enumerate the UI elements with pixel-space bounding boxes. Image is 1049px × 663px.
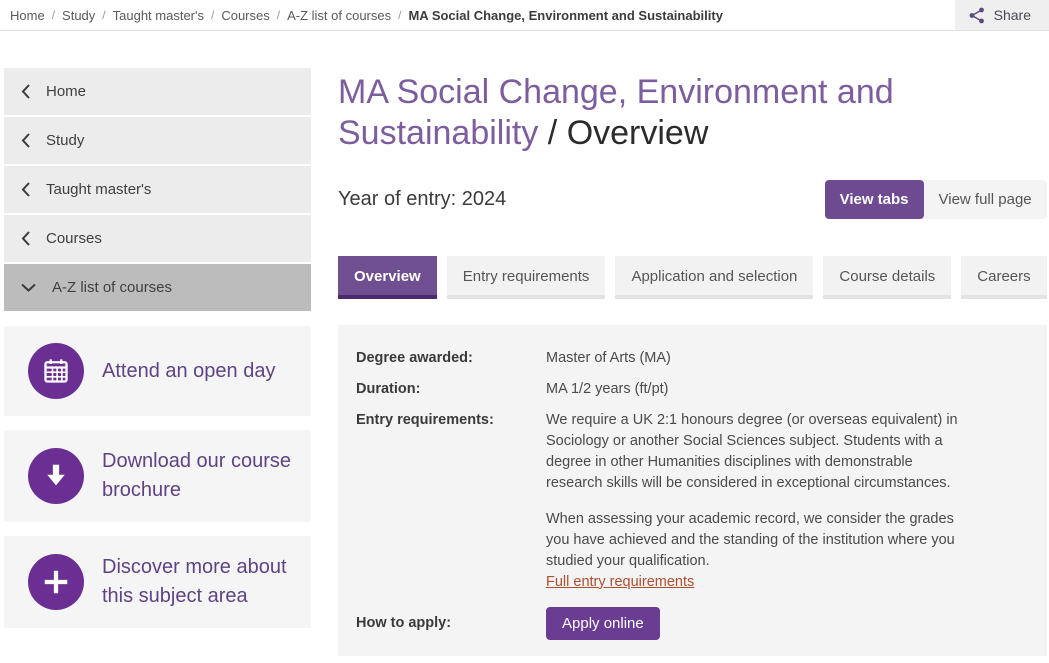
sidebar-item-label: Taught master's — [46, 181, 151, 198]
calendar-icon — [28, 343, 84, 399]
sidebar-item-label: A-Z list of courses — [52, 279, 172, 296]
sidebar-item-label: Study — [46, 132, 84, 149]
how-to-apply-row: How to apply: Apply online — [356, 607, 1027, 640]
overview-panel: Degree awarded: Master of Arts (MA) Dura… — [338, 325, 1047, 656]
sidebar-item-label: Home — [46, 83, 86, 100]
breadcrumb-link-courses[interactable]: Courses — [221, 8, 269, 23]
tab-course-details[interactable]: Course details — [823, 256, 951, 299]
full-entry-requirements-link[interactable]: Full entry requirements — [546, 572, 694, 593]
breadcrumb-separator: / — [277, 8, 280, 22]
tab-application-and-selection[interactable]: Application and selection — [615, 256, 813, 299]
share-button[interactable]: Share — [955, 0, 1049, 30]
tab-careers[interactable]: Careers — [961, 256, 1046, 299]
entry-requirements-label: Entry requirements: — [356, 410, 546, 593]
discover-subject-card[interactable]: Discover more about this subject area — [4, 536, 311, 628]
duration-label: Duration: — [356, 379, 546, 400]
sidebar-item-label: Courses — [46, 230, 102, 247]
sidebar-item-home[interactable]: Home — [4, 68, 311, 115]
chevron-left-icon — [21, 133, 30, 148]
chevron-down-icon — [21, 283, 36, 292]
plus-icon — [28, 554, 84, 610]
sidebar-item-taught-masters[interactable]: Taught master's — [4, 166, 311, 213]
breadcrumb-link-az-list[interactable]: A-Z list of courses — [287, 8, 391, 23]
breadcrumb-link-study[interactable]: Study — [62, 8, 95, 23]
chevron-left-icon — [21, 182, 30, 197]
attend-open-day-card[interactable]: Attend an open day — [4, 326, 311, 416]
year-of-entry: Year of entry: 2024 — [338, 188, 506, 211]
view-tabs-button[interactable]: View tabs — [825, 180, 924, 219]
duration-value: MA 1/2 years (ft/pt) — [546, 379, 966, 400]
main-content: MA Social Change, Environment and Sustai… — [338, 31, 1047, 656]
degree-awarded-row: Degree awarded: Master of Arts (MA) — [356, 348, 1027, 369]
section-title: Overview — [567, 114, 709, 152]
breadcrumb-separator: / — [398, 8, 401, 22]
discover-subject-label: Discover more about this subject area — [102, 553, 301, 611]
sidebar-item-courses[interactable]: Courses — [4, 215, 311, 262]
download-brochure-card[interactable]: Download our course brochure — [4, 430, 311, 522]
entry-requirements-paragraph-1: We require a UK 2:1 honours degree (or o… — [546, 410, 966, 494]
degree-awarded-label: Degree awarded: — [356, 348, 546, 369]
breadcrumb-link-taught-masters[interactable]: Taught master's — [113, 8, 204, 23]
apply-online-button[interactable]: Apply online — [546, 607, 660, 640]
share-label: Share — [994, 7, 1031, 23]
view-full-page-button[interactable]: View full page — [924, 180, 1047, 219]
breadcrumb-separator: / — [52, 8, 55, 22]
attend-open-day-label: Attend an open day — [102, 357, 275, 386]
download-brochure-label: Download our course brochure — [102, 447, 301, 505]
chevron-left-icon — [21, 231, 30, 246]
sidebar: Home Study Taught master's Courses A-Z l… — [4, 68, 311, 656]
page-title: MA Social Change, Environment and Sustai… — [338, 72, 998, 154]
breadcrumb-link-home[interactable]: Home — [10, 8, 45, 23]
entry-requirements-paragraph-2: When assessing your academic record, we … — [546, 509, 966, 572]
sidebar-item-az-list-of-courses[interactable]: A-Z list of courses — [4, 264, 311, 311]
chevron-left-icon — [21, 84, 30, 99]
duration-row: Duration: MA 1/2 years (ft/pt) — [356, 379, 1027, 400]
tab-entry-requirements[interactable]: Entry requirements — [447, 256, 606, 299]
breadcrumb: Home / Study / Taught master's / Courses… — [0, 0, 723, 30]
how-to-apply-label: How to apply: — [356, 613, 546, 634]
breadcrumb-current-page: MA Social Change, Environment and Sustai… — [408, 8, 722, 23]
sidebar-item-study[interactable]: Study — [4, 117, 311, 164]
share-icon — [969, 7, 986, 24]
breadcrumb-separator: / — [102, 8, 105, 22]
tab-overview[interactable]: Overview — [338, 256, 437, 299]
breadcrumb-separator: / — [211, 8, 214, 22]
breadcrumb-bar: Home / Study / Taught master's / Courses… — [0, 0, 1049, 31]
course-tabs: Overview Entry requirements Application … — [338, 256, 1047, 299]
entry-requirements-row: Entry requirements: We require a UK 2:1 … — [356, 410, 1027, 593]
view-mode-toggle: View tabs View full page — [825, 180, 1047, 219]
degree-awarded-value: Master of Arts (MA) — [546, 348, 966, 369]
title-separator: / — [538, 114, 566, 152]
download-icon — [28, 448, 84, 504]
